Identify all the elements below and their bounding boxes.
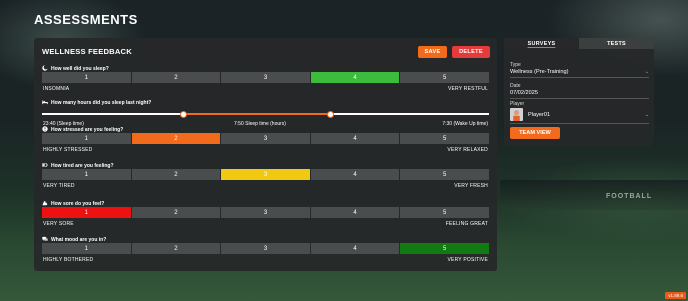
rating-option[interactable]: 2 xyxy=(131,243,221,254)
rating-option[interactable]: 2 xyxy=(131,72,221,83)
tab-tests[interactable]: TESTS xyxy=(579,38,654,49)
slider-range xyxy=(183,113,331,115)
wellness-panel: WELLNESS FEEDBACK SAVE DELETE How well d… xyxy=(34,38,497,271)
team-view-button[interactable]: TEAM VIEW xyxy=(510,127,560,139)
bed-icon xyxy=(42,99,48,107)
low-label: HIGHLY STRESSED xyxy=(43,147,93,153)
question-label: How many hours did you sleep last night? xyxy=(51,100,152,106)
rating-scale: 12345 xyxy=(42,169,489,180)
rating-option[interactable]: 3 xyxy=(221,169,310,180)
type-label: Type xyxy=(510,62,521,68)
rating-option[interactable]: 3 xyxy=(221,207,310,218)
save-button[interactable]: SAVE xyxy=(418,46,447,58)
side-panel: SURVEYS TESTS Type Wellness (Pre-Trainin… xyxy=(504,38,654,146)
rating-option[interactable]: 1 xyxy=(42,169,131,180)
type-field[interactable]: Type Wellness (Pre-Training) ⌄ xyxy=(510,62,649,78)
high-label: VERY POSITIVE xyxy=(447,257,488,263)
stadium-board xyxy=(500,180,688,210)
sleep-duration-label: 7:50 Sleep time (hours) xyxy=(234,121,286,127)
low-label: VERY SORE xyxy=(43,221,74,227)
player-field[interactable]: Player Player01 ⌄ xyxy=(510,101,649,124)
date-field[interactable]: Date 07/02/2025 xyxy=(510,83,649,99)
low-label: INSOMNIA xyxy=(43,86,70,92)
rating-scale: 12345 xyxy=(42,133,489,144)
slider-end-handle[interactable] xyxy=(326,110,334,118)
rating-option[interactable]: 4 xyxy=(310,207,400,218)
rating-scale: 12345 xyxy=(42,207,489,218)
rating-option[interactable]: 4 xyxy=(310,72,400,83)
rating-option[interactable]: 5 xyxy=(400,72,489,83)
player-label: Player xyxy=(510,101,525,107)
low-label: HIGHLY BOTHERED xyxy=(43,257,94,263)
rating-option[interactable]: 1 xyxy=(42,72,131,83)
rating-scale: 12345 xyxy=(42,72,489,83)
chevron-down-icon[interactable]: ⌄ xyxy=(645,69,649,75)
wake-time-label: 7:30 (Wake Up time) xyxy=(442,121,488,127)
rating-scale: 12345 xyxy=(42,243,489,254)
rating-option[interactable]: 3 xyxy=(221,133,310,144)
rating-option[interactable]: 2 xyxy=(131,207,221,218)
rating-option[interactable]: 5 xyxy=(400,243,489,254)
rating-option[interactable]: 3 xyxy=(221,243,310,254)
type-value: Wellness (Pre-Training) xyxy=(510,69,569,75)
app-title: ASSESSMENTS xyxy=(34,12,138,27)
version-badge: v1.89.6 xyxy=(665,292,686,299)
rating-option[interactable]: 2 xyxy=(131,133,221,144)
rating-option[interactable]: 5 xyxy=(400,207,489,218)
rating-option[interactable]: 3 xyxy=(221,72,310,83)
slider-start-handle[interactable] xyxy=(180,110,188,118)
high-label: FEELING GREAT xyxy=(445,221,488,227)
chevron-down-icon[interactable]: ⌄ xyxy=(645,112,649,118)
question-hours: How many hours did you sleep last night?… xyxy=(42,99,489,129)
player-value: Player01 xyxy=(528,111,551,118)
stadium-board-text: FOOTBALL xyxy=(606,193,653,200)
high-label: VERY RELAXED xyxy=(447,147,488,153)
rating-option[interactable]: 4 xyxy=(310,243,400,254)
rating-option[interactable]: 1 xyxy=(42,133,131,144)
rating-option[interactable]: 1 xyxy=(42,207,131,218)
rating-option[interactable]: 5 xyxy=(400,133,489,144)
rating-option[interactable]: 4 xyxy=(310,169,400,180)
date-value: 07/02/2025 xyxy=(510,90,538,96)
rating-option[interactable]: 4 xyxy=(310,133,400,144)
high-label: VERY FRESH xyxy=(454,183,488,189)
high-label: VERY RESTFUL xyxy=(447,86,488,92)
date-label: Date xyxy=(510,83,521,89)
avatar xyxy=(510,108,523,121)
rating-option[interactable]: 2 xyxy=(131,169,221,180)
low-label: VERY TIRED xyxy=(43,183,75,189)
rating-option[interactable]: 1 xyxy=(42,243,131,254)
rating-option[interactable]: 5 xyxy=(400,169,489,180)
tab-surveys[interactable]: SURVEYS xyxy=(504,38,579,49)
panel-title: WELLNESS FEEDBACK xyxy=(42,47,132,56)
delete-button[interactable]: DELETE xyxy=(452,46,490,58)
